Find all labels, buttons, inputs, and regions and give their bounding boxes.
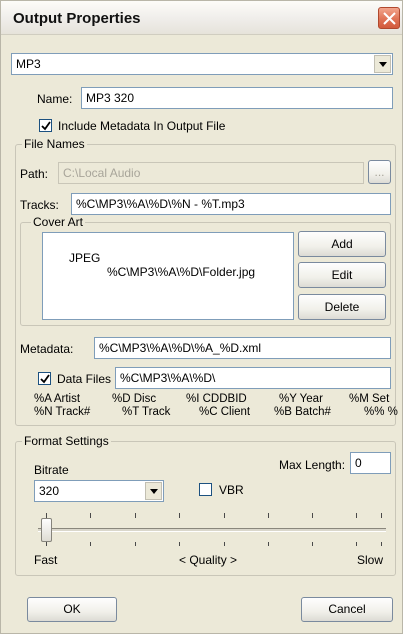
metadata-label: Metadata: (20, 342, 74, 356)
close-icon (383, 12, 396, 25)
cancel-button-label: Cancel (328, 602, 366, 616)
include-metadata-label: Include Metadata In Output File (58, 119, 226, 133)
tracks-label: Tracks: (20, 198, 59, 212)
bitrate-select[interactable]: 320 (34, 480, 164, 502)
slider-tick (179, 542, 180, 546)
tracks-field-value: %C\MP3\%A\%D\%N - %T.mp3 (76, 197, 245, 211)
file-names-group-title: File Names (22, 137, 87, 151)
max-length-label: Max Length: (279, 458, 346, 472)
legend-percent: %% % (364, 406, 398, 418)
slider-tick (90, 513, 91, 518)
format-settings-group-title: Format Settings (22, 434, 111, 448)
checkmark-icon (41, 121, 51, 131)
slider-tick (268, 513, 269, 518)
edit-cover-art-button[interactable]: Edit (298, 262, 386, 288)
name-label: Name: (37, 92, 73, 106)
slider-tick (135, 513, 136, 518)
slider-thumb[interactable] (41, 518, 52, 542)
chevron-down-icon[interactable] (145, 482, 162, 500)
title-bar: Output Properties (1, 1, 402, 35)
metadata-field-value: %C\MP3\%A\%D\%A_%D.xml (99, 341, 262, 355)
legend-disc: %D Disc (112, 393, 157, 405)
metadata-field[interactable]: %C\MP3\%A\%D\%A_%D.xml (94, 337, 391, 359)
chevron-down-icon[interactable] (374, 55, 391, 73)
legend-artist: %A Artist (34, 393, 81, 405)
data-files-field[interactable]: %C\MP3\%A\%D\ (115, 367, 391, 389)
format-select[interactable]: MP3 (11, 53, 393, 75)
max-length-field-value: 0 (355, 456, 362, 470)
ok-button[interactable]: OK (27, 597, 117, 622)
checkmark-icon (40, 374, 50, 384)
slider-tick (90, 542, 91, 546)
legend-batch: %B Batch# (274, 406, 331, 418)
cover-art-item-path: %C\MP3\%A\%D\Folder.jpg (107, 265, 256, 279)
bitrate-select-value: 320 (39, 484, 60, 498)
cancel-button[interactable]: Cancel (301, 597, 393, 622)
slider-tick (381, 542, 382, 546)
name-field[interactable]: MP3 320 (81, 87, 393, 109)
slider-tick (312, 513, 313, 518)
include-metadata-checkbox[interactable] (39, 119, 52, 132)
data-files-label: Data Files (57, 372, 112, 386)
output-properties-dialog: Output Properties MP3 Name: MP3 320 Incl… (0, 0, 403, 634)
slider-tick (224, 513, 225, 518)
edit-button-label: Edit (331, 268, 353, 282)
cover-art-item-type: JPEG (69, 251, 101, 265)
browse-path-button[interactable]: ... (368, 160, 391, 184)
slider-tick (179, 513, 180, 518)
bitrate-label: Bitrate (34, 463, 69, 477)
add-button-label: Add (331, 237, 353, 251)
path-field-value: C:\Local Audio (63, 166, 141, 180)
path-label: Path: (20, 167, 49, 181)
quality-slow-label: Slow (357, 553, 384, 567)
slider-tick (312, 542, 313, 546)
cover-art-list[interactable]: JPEG %C\MP3\%A\%D\Folder.jpg (42, 232, 294, 320)
delete-button-label: Delete (324, 300, 360, 314)
slider-tick (356, 542, 357, 546)
browse-path-button-label: ... (374, 165, 385, 179)
max-length-field[interactable]: 0 (350, 452, 391, 474)
name-field-value: MP3 320 (86, 91, 135, 105)
tracks-field[interactable]: %C\MP3\%A\%D\%N - %T.mp3 (71, 193, 391, 215)
legend-track: %T Track (122, 406, 171, 418)
legend-cddbid: %I CDDBID (186, 393, 247, 405)
vbr-label: VBR (219, 483, 244, 497)
variable-legend: %A Artist %D Disc %I CDDBID %Y Year %M S… (34, 390, 398, 420)
legend-year: %Y Year (279, 393, 323, 405)
close-button[interactable] (378, 7, 400, 29)
legend-track-number: %N Track# (34, 406, 91, 418)
window-title: Output Properties (13, 10, 141, 27)
slider-tick (268, 542, 269, 546)
slider-tick (224, 542, 225, 546)
path-field: C:\Local Audio (58, 162, 364, 184)
data-files-field-value: %C\MP3\%A\%D\ (120, 371, 216, 385)
data-files-checkbox[interactable] (38, 372, 51, 385)
slider-tick (356, 513, 357, 518)
ok-button-label: OK (63, 602, 81, 616)
cover-art-group-title: Cover Art (31, 215, 86, 229)
quality-label: < Quality > (179, 553, 238, 567)
legend-client: %C Client (199, 406, 251, 418)
legend-set: %M Set (349, 393, 390, 405)
quality-fast-label: Fast (34, 553, 58, 567)
vbr-checkbox[interactable] (199, 483, 212, 496)
slider-tick (135, 542, 136, 546)
slider-tick (381, 513, 382, 518)
list-item[interactable]: JPEG %C\MP3\%A\%D\Folder.jpg (49, 237, 255, 293)
slider-tick (46, 542, 47, 546)
add-cover-art-button[interactable]: Add (298, 231, 386, 257)
slider-track[interactable] (38, 528, 386, 532)
format-select-value: MP3 (16, 57, 41, 71)
delete-cover-art-button[interactable]: Delete (298, 294, 386, 320)
